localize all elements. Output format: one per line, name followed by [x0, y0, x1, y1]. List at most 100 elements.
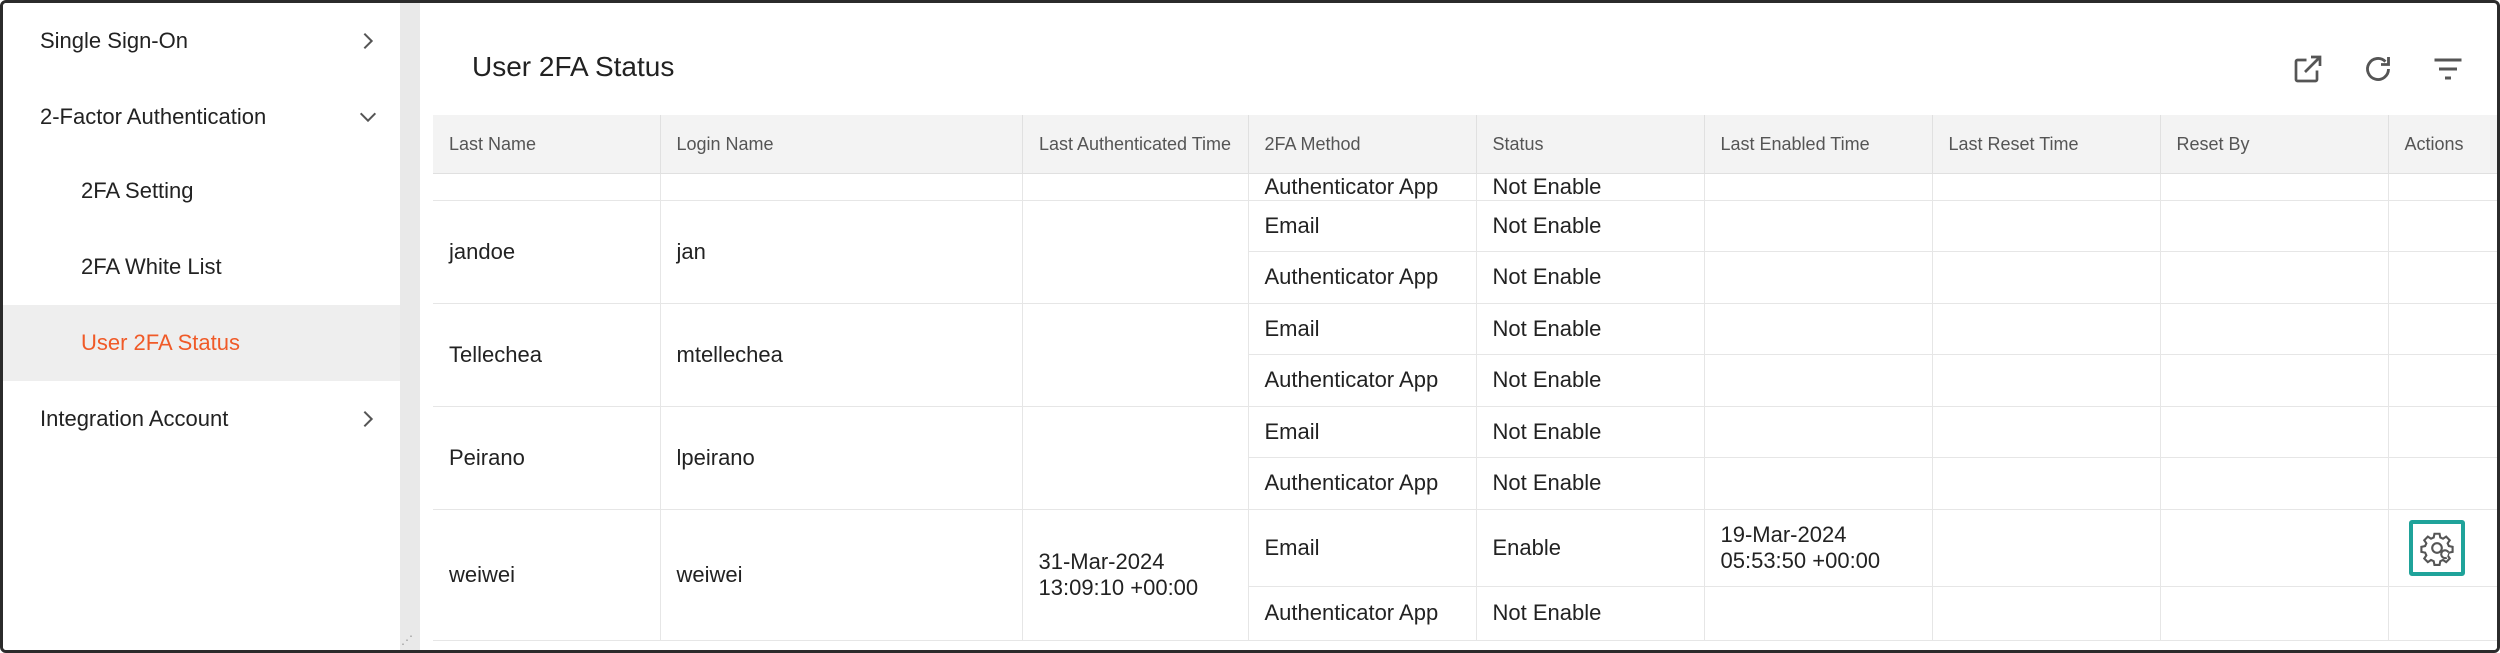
method-cell: Email	[1248, 200, 1477, 252]
sidebar-item-label: Single Sign-On	[40, 28, 188, 53]
refresh-icon[interactable]	[2360, 51, 2396, 87]
app-window: Single Sign-On 2-Factor Authentication 2…	[0, 0, 2500, 653]
method-cell: Email	[1248, 406, 1477, 458]
actions-cell	[2388, 586, 2497, 641]
status-cell: Not Enable	[1476, 586, 1705, 641]
last-name-cell: Tellechea	[433, 303, 661, 407]
reset-by-cell	[2160, 586, 2389, 641]
sidebar-item-label: 2FA Setting	[81, 178, 194, 203]
open-in-new-icon[interactable]	[2290, 51, 2326, 87]
method-cell: Authenticator App	[1248, 586, 1477, 641]
sidebar-splitter[interactable]	[400, 3, 420, 650]
method-cell: Email	[1248, 509, 1477, 587]
method-cell: Authenticator App	[1248, 251, 1477, 304]
status-cell: Not Enable	[1476, 251, 1705, 304]
last-reset-cell	[1932, 586, 2161, 641]
last-auth-cell	[1022, 406, 1249, 510]
method-cell: Authenticator App	[1248, 354, 1477, 407]
sidebar-item-2fa-white-list[interactable]: 2FA White List	[3, 229, 400, 305]
column-header-reset-by[interactable]: Reset By	[2160, 115, 2389, 174]
column-header-last-authenticated-time[interactable]: Last Authenticated Time	[1022, 115, 1249, 174]
method-cell: Authenticator App	[1248, 173, 1477, 201]
table-row: Peirano lpeirano Email Not Enable	[433, 406, 2497, 510]
method-cell: Authenticator App	[1248, 457, 1477, 510]
column-header-status[interactable]: Status	[1476, 115, 1705, 174]
sidebar-item-label: Integration Account	[40, 406, 229, 431]
sidebar: Single Sign-On 2-Factor Authentication 2…	[3, 3, 400, 650]
table-row: Authenticator App Not Enable	[433, 173, 2497, 201]
last-enabled-cell: 19-Mar-2024 05:53:50 +00:00	[1704, 509, 1933, 587]
column-header-last-name[interactable]: Last Name	[433, 115, 661, 174]
method-cell: Email	[1248, 303, 1477, 355]
last-enabled-cell	[1704, 457, 1933, 510]
column-header-actions: Actions	[2388, 115, 2497, 174]
sidebar-item-label: 2-Factor Authentication	[40, 104, 267, 129]
last-auth-cell	[1022, 200, 1249, 304]
reset-by-cell	[2160, 457, 2389, 510]
last-enabled-cell	[1704, 406, 1933, 458]
sidebar-item-user-2fa-status[interactable]: User 2FA Status	[3, 305, 400, 381]
reset-by-cell	[2160, 200, 2389, 252]
chevron-down-icon	[357, 106, 379, 128]
reset-gear-icon	[2419, 532, 2454, 566]
table-row: jandoe jan Email Not Enable	[433, 200, 2497, 304]
last-auth-cell: 31-Mar-2024 13:09:10 +00:00	[1022, 509, 1249, 641]
reset-by-cell	[2160, 354, 2389, 407]
last-reset-cell	[1932, 509, 2161, 587]
table-row: Tellechea mtellechea Email Not Enable	[433, 303, 2497, 407]
login-name-cell: jan	[660, 200, 1023, 304]
last-name-cell: weiwei	[433, 509, 661, 641]
user-2fa-table: Last Name Login Name Last Authenticated …	[433, 115, 2497, 650]
last-enabled-cell	[1704, 303, 1933, 355]
reset-by-cell	[2160, 251, 2389, 304]
sidebar-item-single-sign-on[interactable]: Single Sign-On	[3, 3, 400, 79]
table-header-row: Last Name Login Name Last Authenticated …	[433, 115, 2497, 174]
sidebar-item-2fa-setting[interactable]: 2FA Setting	[3, 153, 400, 229]
actions-cell	[2388, 354, 2497, 407]
actions-cell	[2388, 406, 2497, 458]
last-reset-cell	[1932, 457, 2161, 510]
last-reset-cell	[1932, 200, 2161, 252]
table-row: weiwei weiwei 31-Mar-2024 13:09:10 +00:0…	[433, 509, 2497, 641]
sidebar-item-label: 2FA White List	[81, 254, 222, 279]
last-auth-cell	[1022, 303, 1249, 407]
column-header-last-reset-time[interactable]: Last Reset Time	[1932, 115, 2161, 174]
last-name-cell: Peirano	[433, 406, 661, 510]
main-panel: User 2FA Status Last Name Login Name Las…	[420, 15, 2497, 650]
status-cell: Not Enable	[1476, 354, 1705, 407]
last-enabled-cell	[1704, 200, 1933, 252]
column-header-last-enabled-time[interactable]: Last Enabled Time	[1704, 115, 1933, 174]
column-header-login-name[interactable]: Login Name	[660, 115, 1023, 174]
status-cell: Not Enable	[1476, 173, 1705, 201]
last-enabled-cell	[1704, 354, 1933, 407]
sidebar-item-2-factor-authentication[interactable]: 2-Factor Authentication	[3, 79, 400, 155]
status-cell: Not Enable	[1476, 457, 1705, 510]
actions-cell	[2388, 509, 2497, 587]
filter-icon[interactable]	[2430, 51, 2466, 87]
sidebar-item-integration-account[interactable]: Integration Account	[3, 381, 400, 457]
login-name-cell: weiwei	[660, 509, 1023, 641]
page-title: User 2FA Status	[472, 51, 675, 82]
last-reset-cell	[1932, 354, 2161, 407]
actions-cell	[2388, 303, 2497, 355]
actions-cell	[2388, 457, 2497, 510]
last-enabled-cell	[1704, 586, 1933, 641]
resize-handle-icon[interactable]: ⋰	[401, 633, 413, 647]
reset-2fa-button[interactable]	[2408, 519, 2465, 576]
last-reset-cell	[1932, 251, 2161, 304]
last-reset-cell	[1932, 303, 2161, 355]
status-cell: Not Enable	[1476, 200, 1705, 252]
status-cell: Not Enable	[1476, 406, 1705, 458]
login-name-cell: lpeirano	[660, 406, 1023, 510]
reset-by-cell	[2160, 303, 2389, 355]
login-name-cell: mtellechea	[660, 303, 1023, 407]
last-enabled-cell	[1704, 251, 1933, 304]
column-header-2fa-method[interactable]: 2FA Method	[1248, 115, 1477, 174]
status-cell: Enable	[1476, 509, 1705, 587]
status-cell: Not Enable	[1476, 303, 1705, 355]
reset-by-cell	[2160, 406, 2389, 458]
actions-cell	[2388, 200, 2497, 252]
last-reset-cell	[1932, 406, 2161, 458]
chevron-right-icon	[357, 30, 379, 52]
sidebar-item-label: User 2FA Status	[81, 330, 240, 355]
